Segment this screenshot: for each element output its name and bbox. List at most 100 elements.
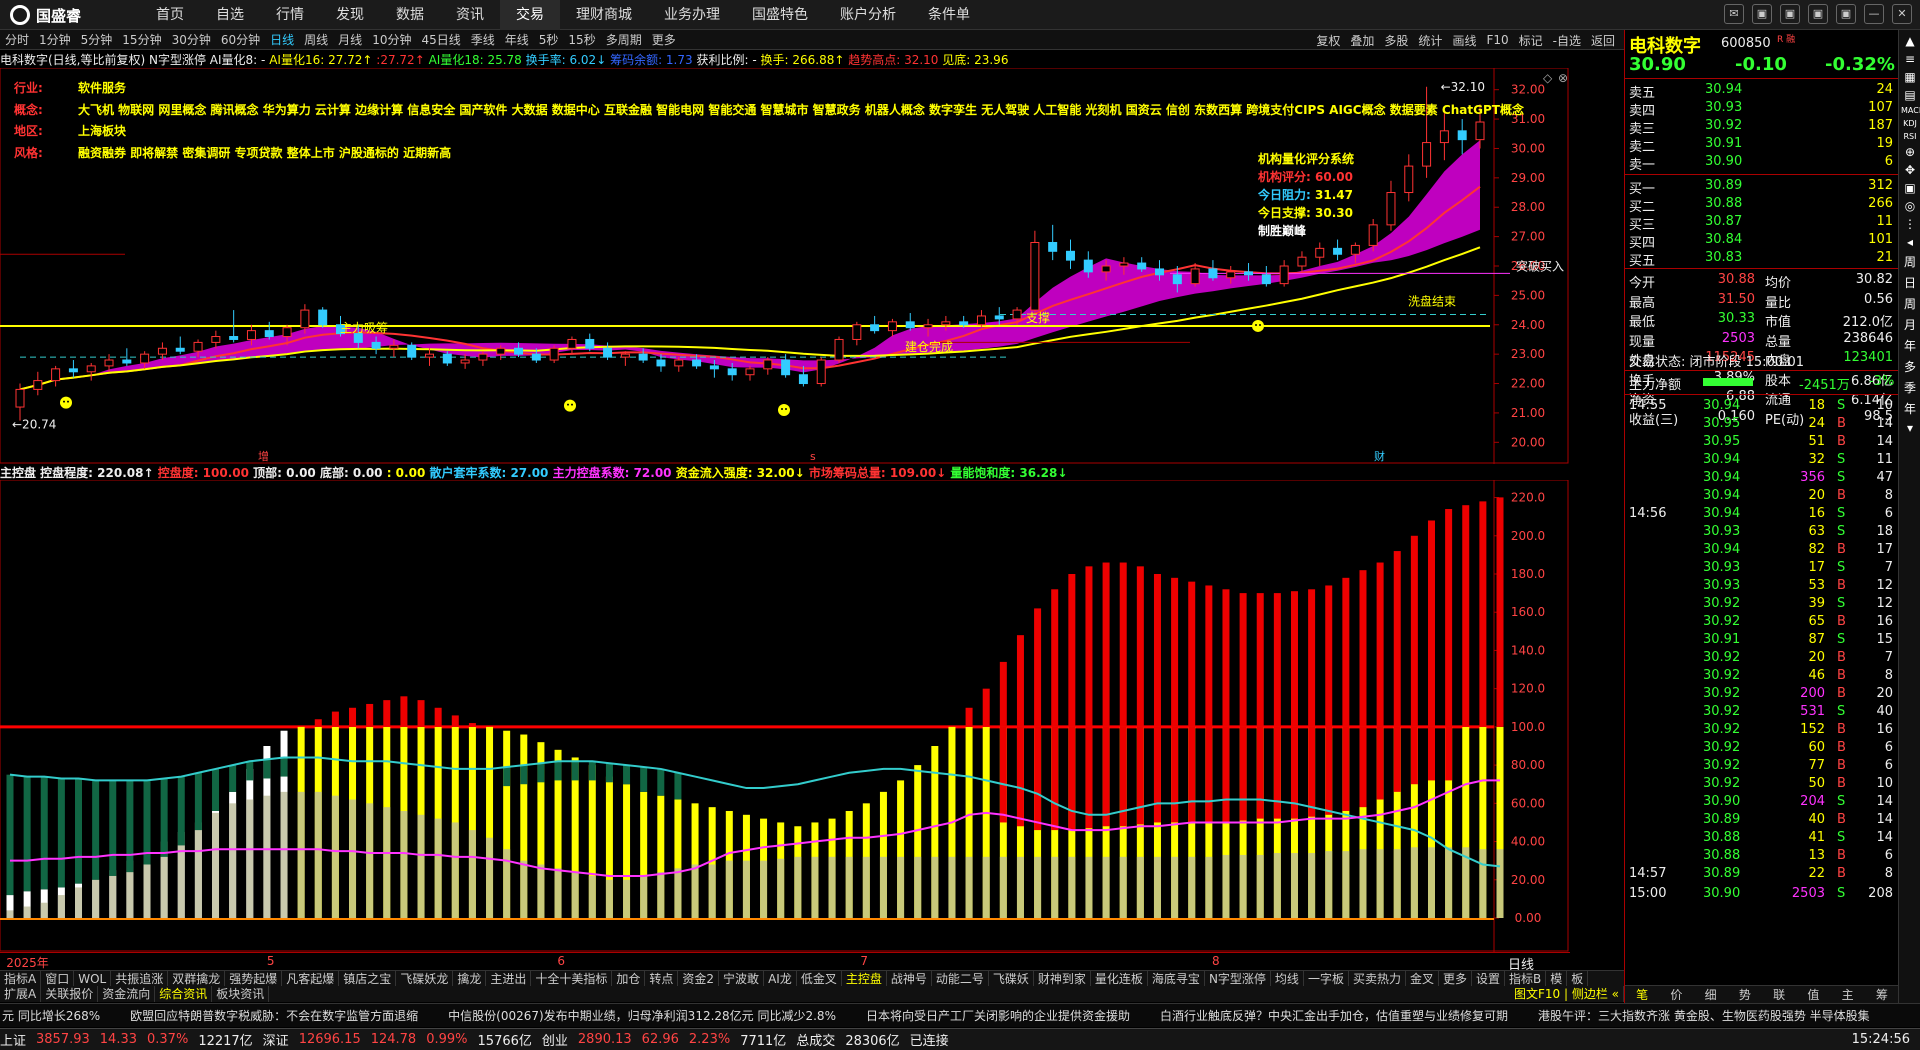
menu-item[interactable]: 账户分析 [824,0,912,30]
period-tab[interactable]: 更多 [647,31,681,48]
info-tab[interactable]: 综合资讯 [155,986,213,1002]
period-tab[interactable]: 45日线 [416,31,465,48]
indicator-tab[interactable]: WOL [74,971,112,986]
side-tool-icon[interactable]: KDJ [1901,119,1919,128]
indicator-chart[interactable]: 220.0 200.0 180.0 160.0 140.0 120.0 100.0 80.00… [0,480,1570,952]
indicator-tab[interactable]: 指标A [0,971,42,986]
quote-tab[interactable]: 细 [1694,986,1728,1003]
chart-tool[interactable]: -自选 [1548,32,1586,49]
chart-tool[interactable]: F10 [1481,33,1513,47]
side-tool-icon[interactable]: ▤ [1901,88,1919,102]
indicator-tab[interactable]: N字型涨停 [1205,971,1271,986]
chart-tool[interactable]: 标记 [1514,32,1548,49]
indicator-tab[interactable]: 强势起爆 [225,971,283,986]
indicator-tab[interactable]: 资金2 [678,971,720,986]
period-tab[interactable]: 周线 [299,31,333,48]
side-tool-icon[interactable]: 年 [1901,337,1919,354]
side-tool-icon[interactable]: 日 [1901,274,1919,291]
menu-item[interactable]: 国盛特色 [736,0,824,30]
side-tool-icon[interactable]: 周 [1901,295,1919,312]
period-tab[interactable]: 60分钟 [216,31,265,48]
quote-tab[interactable]: 值 [1796,986,1830,1003]
period-tab[interactable]: 15分钟 [117,31,166,48]
indicator-tab[interactable]: 转点 [645,971,679,986]
side-tool-icon[interactable]: ▦ [1901,70,1919,84]
window-control-icon[interactable]: ▣ [1836,4,1856,24]
window-control-icon[interactable]: — [1864,4,1884,24]
quote-tab[interactable]: 主 [1831,986,1865,1003]
news-item[interactable]: 元 同比增长268% [2,1007,100,1024]
indicator-tab[interactable]: 财神到家 [1034,971,1091,986]
side-tool-icon[interactable]: ▣ [1901,181,1919,195]
indicator-tab[interactable]: 宁波敢 [719,971,765,986]
window-control-icon[interactable]: ▣ [1780,4,1800,24]
indicator-tab[interactable]: 战神号 [887,971,932,986]
side-tool-icon[interactable]: ▾ [1901,421,1919,435]
side-tool-icon[interactable]: ◎ [1901,199,1919,213]
order-book-row[interactable]: 卖三 30.92 187 [1625,118,1899,137]
news-item[interactable]: 欧盟回应特朗普数字税威胁：不会在数字监管方面退缩 [130,1007,418,1024]
news-item[interactable]: 白酒行业触底反弹？中央汇金出手加仓，估值重塑与业绩修复可期 [1160,1007,1508,1024]
period-tab[interactable]: 年线 [500,31,534,48]
side-tool-icon[interactable]: ◂ [1901,235,1919,249]
period-tab[interactable]: 30分钟 [167,31,216,48]
order-book-row[interactable]: 卖一 30.90 6 [1625,154,1899,173]
indicator-tab[interactable]: 一字板 [1304,971,1349,986]
indicator-tab[interactable]: 十全十美指标 [531,971,613,986]
window-control-icon[interactable]: ▣ [1752,4,1772,24]
period-tab[interactable]: 分时 [0,31,34,48]
side-tool-icon[interactable]: RSI [1901,132,1919,141]
window-control-icon[interactable]: ✕ [1892,4,1912,24]
indicator-tab[interactable]: 加仓 [612,971,646,986]
indicator-tab[interactable]: 模 [1546,971,1568,986]
period-tab[interactable]: 日线 [265,31,299,48]
period-tab[interactable]: 多周期 [601,31,647,48]
order-book-row[interactable]: 买一 30.89 312 [1625,178,1899,197]
window-control-icon[interactable]: ✉ [1724,4,1744,24]
news-item[interactable]: 日本将向受日产工厂关闭影响的企业提供资金援助 [866,1007,1130,1024]
indicator-tab[interactable]: 擒龙 [453,971,487,986]
indicator-tab[interactable]: 飞碟妖 [989,971,1034,986]
chart-settings-icon[interactable]: ◇ [1543,71,1553,85]
info-tab[interactable]: 资金流向 [98,986,156,1002]
menu-item[interactable]: 首页 [140,0,200,30]
side-tool-icon[interactable]: ✥ [1901,163,1919,177]
side-tool-icon[interactable]: 周 [1901,253,1919,270]
indicator-tab[interactable]: 设置 [1472,971,1506,986]
menu-item[interactable]: 条件单 [912,0,986,30]
indicator-tab[interactable]: 更多 [1439,971,1472,986]
order-book-row[interactable]: 买二 30.88 266 [1625,196,1899,215]
quote-tab[interactable]: 笔 [1625,986,1659,1003]
period-tab[interactable]: 1分钟 [34,31,76,48]
menu-item[interactable]: 数据 [380,0,440,30]
indicator-tab[interactable]: 海底寻宝 [1148,971,1205,986]
indicator-tab[interactable]: 凡客起爆 [282,971,340,986]
news-item[interactable]: 港股午评：三大指数齐涨 黄金股、生物医药股强势 半导体股集 [1538,1007,1870,1024]
side-tool-icon[interactable]: ⋮ [1901,217,1919,231]
chart-close-icon[interactable]: ⊗ [1558,71,1568,85]
menu-item[interactable]: 自选 [200,0,260,30]
info-tab[interactable]: 扩展A [0,986,42,1002]
indicator-tab[interactable]: 镇店之宝 [339,971,397,986]
period-tab[interactable]: 月线 [333,31,367,48]
indicator-tab[interactable]: 双群擒龙 [168,971,226,986]
indicator-tab[interactable]: AI龙 [764,971,797,986]
indicator-tab[interactable]: 指标B [1505,971,1547,986]
window-control-icon[interactable]: ▣ [1808,4,1828,24]
side-tool-icon[interactable]: ⊕ [1901,145,1919,159]
menu-item[interactable]: 理财商城 [560,0,648,30]
indicator-tab[interactable]: 低金叉 [797,971,842,986]
indicator-tab[interactable]: 量化连板 [1091,971,1148,986]
indicator-tab[interactable]: 飞碟妖龙 [396,971,454,986]
order-book-row[interactable]: 买四 30.84 101 [1625,232,1899,251]
order-book-row[interactable]: 买三 30.87 11 [1625,214,1899,233]
side-tool-icon[interactable]: ▲ [1901,34,1919,48]
menu-item[interactable]: 资讯 [440,0,500,30]
period-tab[interactable]: 季线 [466,31,500,48]
chart-tool[interactable]: 返回 [1586,32,1620,49]
side-tool-icon[interactable]: MACD [1901,106,1920,115]
side-tool-icon[interactable]: 年 [1901,400,1919,417]
side-tool-icon[interactable]: 月 [1901,316,1919,333]
side-tool-icon[interactable]: 季 [1901,379,1919,396]
side-tool-icon[interactable]: ≡ [1901,52,1919,66]
